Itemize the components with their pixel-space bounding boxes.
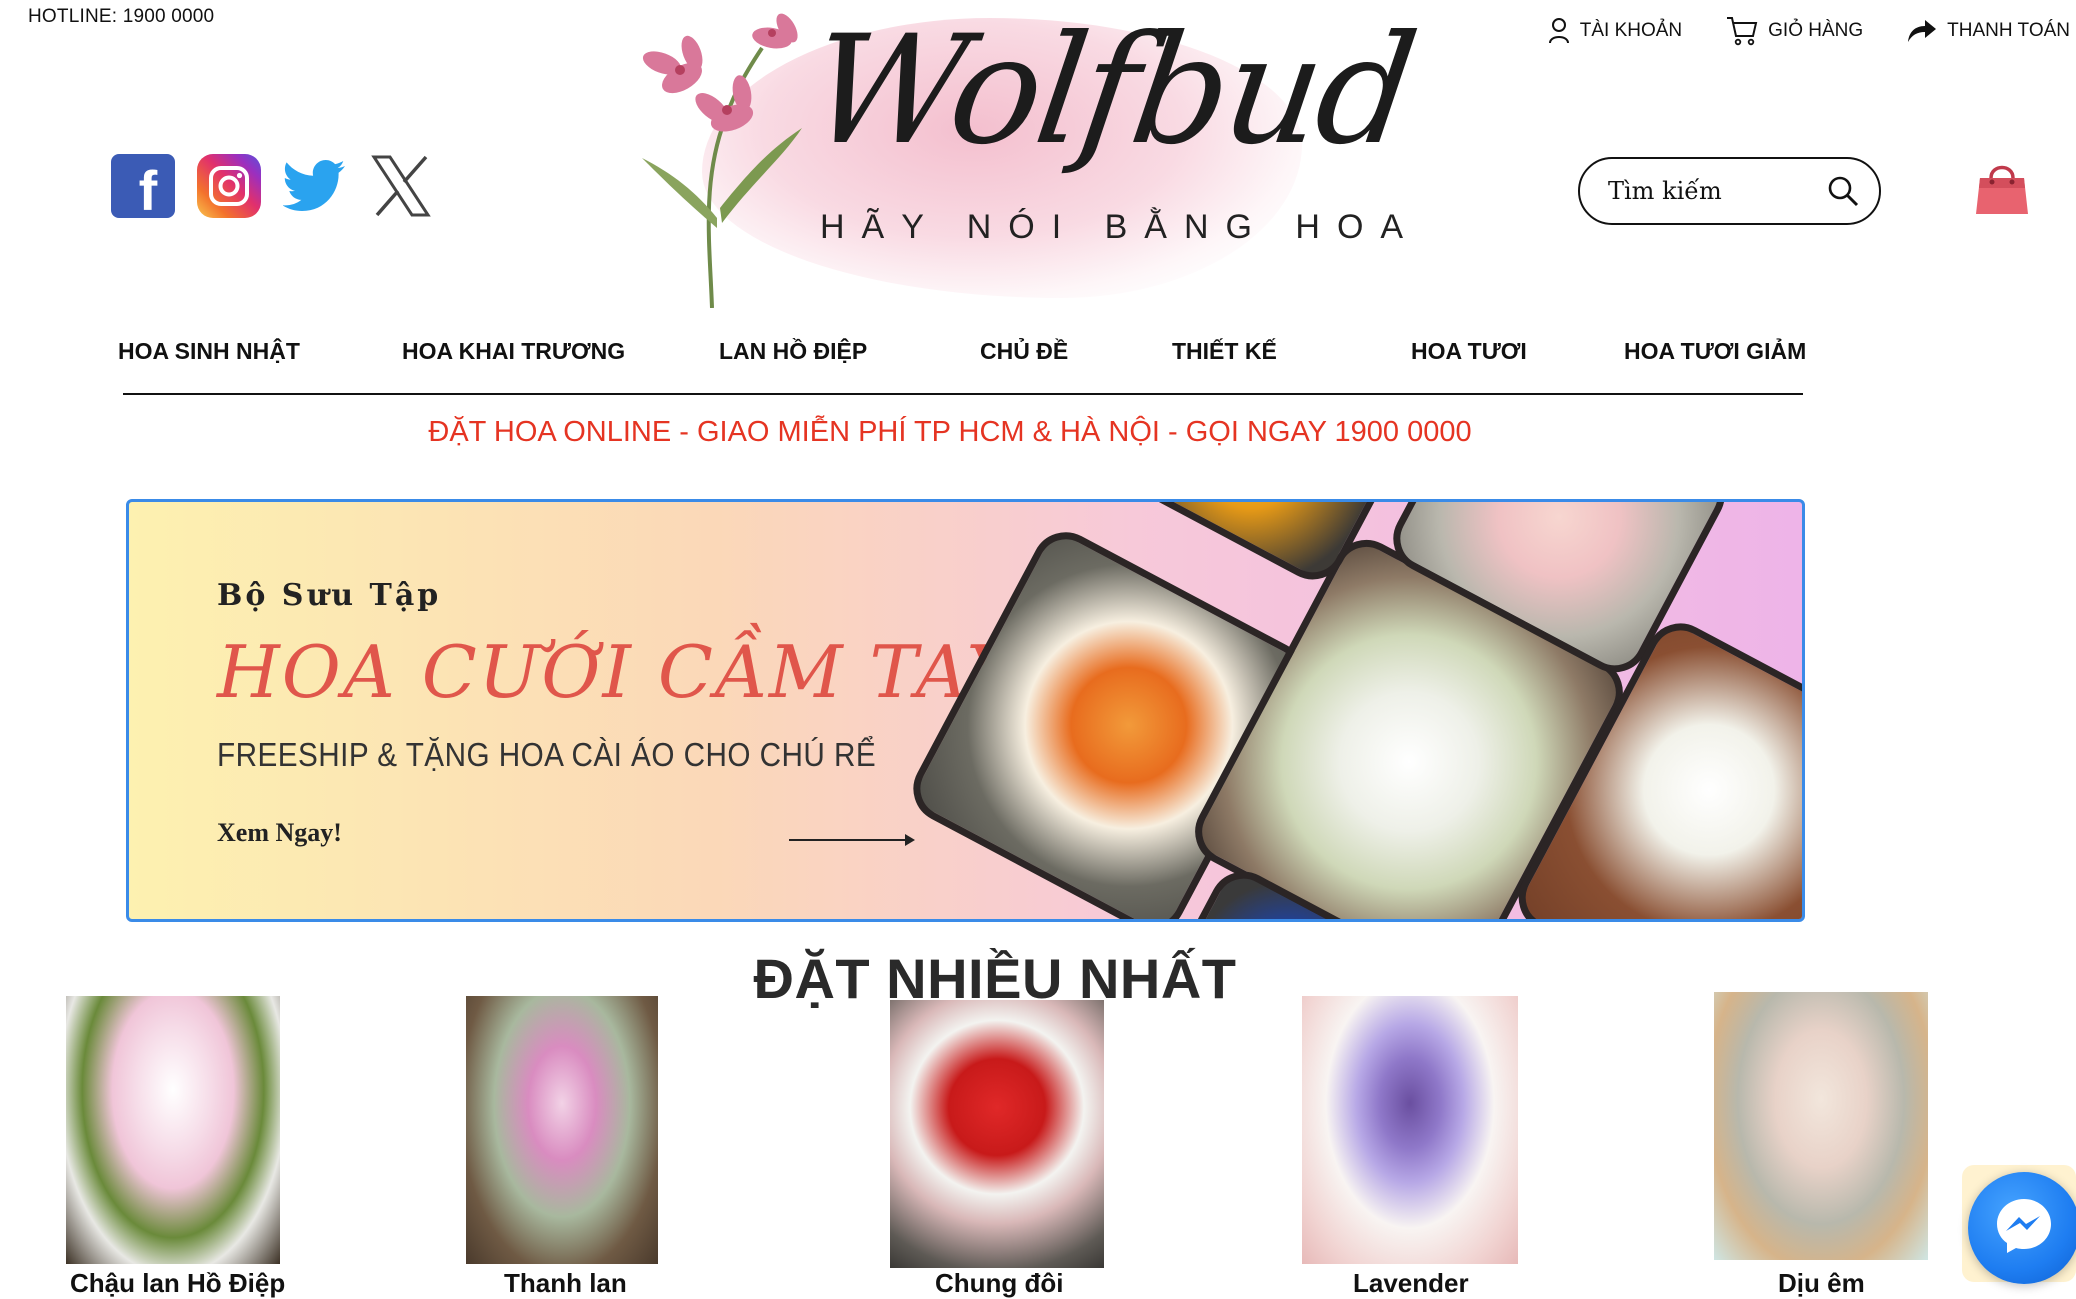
product-name[interactable]: Thanh lan xyxy=(504,1268,627,1299)
banner-kicker: Bộ Sưu Tập xyxy=(217,578,442,613)
share-arrow-icon xyxy=(1907,18,1937,44)
logo-tagline: HÃY NÓI BẰNG HOA xyxy=(820,208,1421,246)
nav-item-hoa-tuoi-giam[interactable]: HOA TƯƠI GIẢM xyxy=(1624,338,1806,365)
nav-item-thiet-ke[interactable]: THIẾT KẾ xyxy=(1172,338,1277,365)
nav-divider xyxy=(123,393,1803,395)
facebook-icon[interactable]: f xyxy=(111,154,175,218)
cart-icon xyxy=(1726,16,1758,46)
user-icon xyxy=(1548,18,1570,44)
product-name[interactable]: Chậu lan Hồ Điệp xyxy=(70,1268,285,1299)
search-icon[interactable] xyxy=(1827,175,1859,207)
banner-title: HOA CƯỚI CẦM TAY xyxy=(217,630,1017,714)
search-input[interactable] xyxy=(1606,176,1810,206)
cart-label: GIỎ HÀNG xyxy=(1768,20,1864,41)
account-label: TÀI KHOẢN xyxy=(1579,20,1683,41)
x-icon[interactable] xyxy=(369,154,433,218)
nav-item-hoa-sinh-nhat[interactable]: HOA SINH NHẬT xyxy=(118,338,300,365)
cart-link[interactable]: GIỎ HÀNG xyxy=(1726,16,1863,46)
messenger-chat-button[interactable] xyxy=(1968,1172,2076,1284)
brand-logo[interactable]: Wolfbud HÃY NÓI BẰNG HOA xyxy=(622,4,1423,308)
hotline-text: HOTLINE: 1900 0000 xyxy=(28,6,215,27)
shopping-bag-icon[interactable] xyxy=(1974,158,2030,223)
checkout-label: THANH TOÁN xyxy=(1947,20,2070,41)
product-image[interactable] xyxy=(66,996,280,1264)
logo-wordmark: Wolfbud xyxy=(799,4,1423,178)
main-nav: HOA SINH NHẬT HOA KHAI TRƯƠNG LAN HỒ ĐIỆ… xyxy=(118,338,1808,394)
banner-photo-collage xyxy=(901,502,1802,919)
top-links: TÀI KHOẢN GIỎ HÀNG THANH TOÁN xyxy=(1548,16,2070,46)
nav-item-chu-de[interactable]: CHỦ ĐỀ xyxy=(980,338,1068,365)
product-image[interactable] xyxy=(466,996,658,1264)
messenger-icon xyxy=(1993,1195,2055,1262)
banner-cta[interactable]: Xem Ngay! xyxy=(217,818,342,848)
product-name[interactable]: Chung đôi xyxy=(935,1268,1064,1299)
product-name[interactable]: Lavender xyxy=(1353,1268,1469,1299)
product-image[interactable] xyxy=(1302,996,1518,1264)
checkout-link[interactable]: THANH TOÁN xyxy=(1907,18,2070,44)
product-image[interactable] xyxy=(1714,992,1928,1260)
twitter-icon[interactable] xyxy=(283,154,347,218)
search-box xyxy=(1578,157,1881,225)
product-name[interactable]: Dịu êm xyxy=(1778,1268,1865,1299)
nav-item-lan-ho-diep[interactable]: LAN HỒ ĐIỆP xyxy=(719,338,867,365)
social-links: f xyxy=(111,154,433,218)
promo-text: ĐẶT HOA ONLINE - GIAO MIỄN PHÍ TP HCM & … xyxy=(428,416,1472,448)
nav-item-hoa-tuoi[interactable]: HOA TƯƠI xyxy=(1411,338,1527,365)
arrow-right-icon xyxy=(789,834,915,846)
instagram-icon[interactable] xyxy=(197,154,261,218)
account-link[interactable]: TÀI KHOẢN xyxy=(1548,18,1682,44)
hero-banner[interactable]: Bộ Sưu Tập HOA CƯỚI CẦM TAY FREESHIP & T… xyxy=(126,499,1805,922)
banner-subtitle: FREESHIP & TẶNG HOA CÀI ÁO CHO CHÚ RỂ xyxy=(217,736,877,773)
product-image[interactable] xyxy=(890,1000,1104,1268)
nav-item-hoa-khai-truong[interactable]: HOA KHAI TRƯƠNG xyxy=(402,338,625,365)
